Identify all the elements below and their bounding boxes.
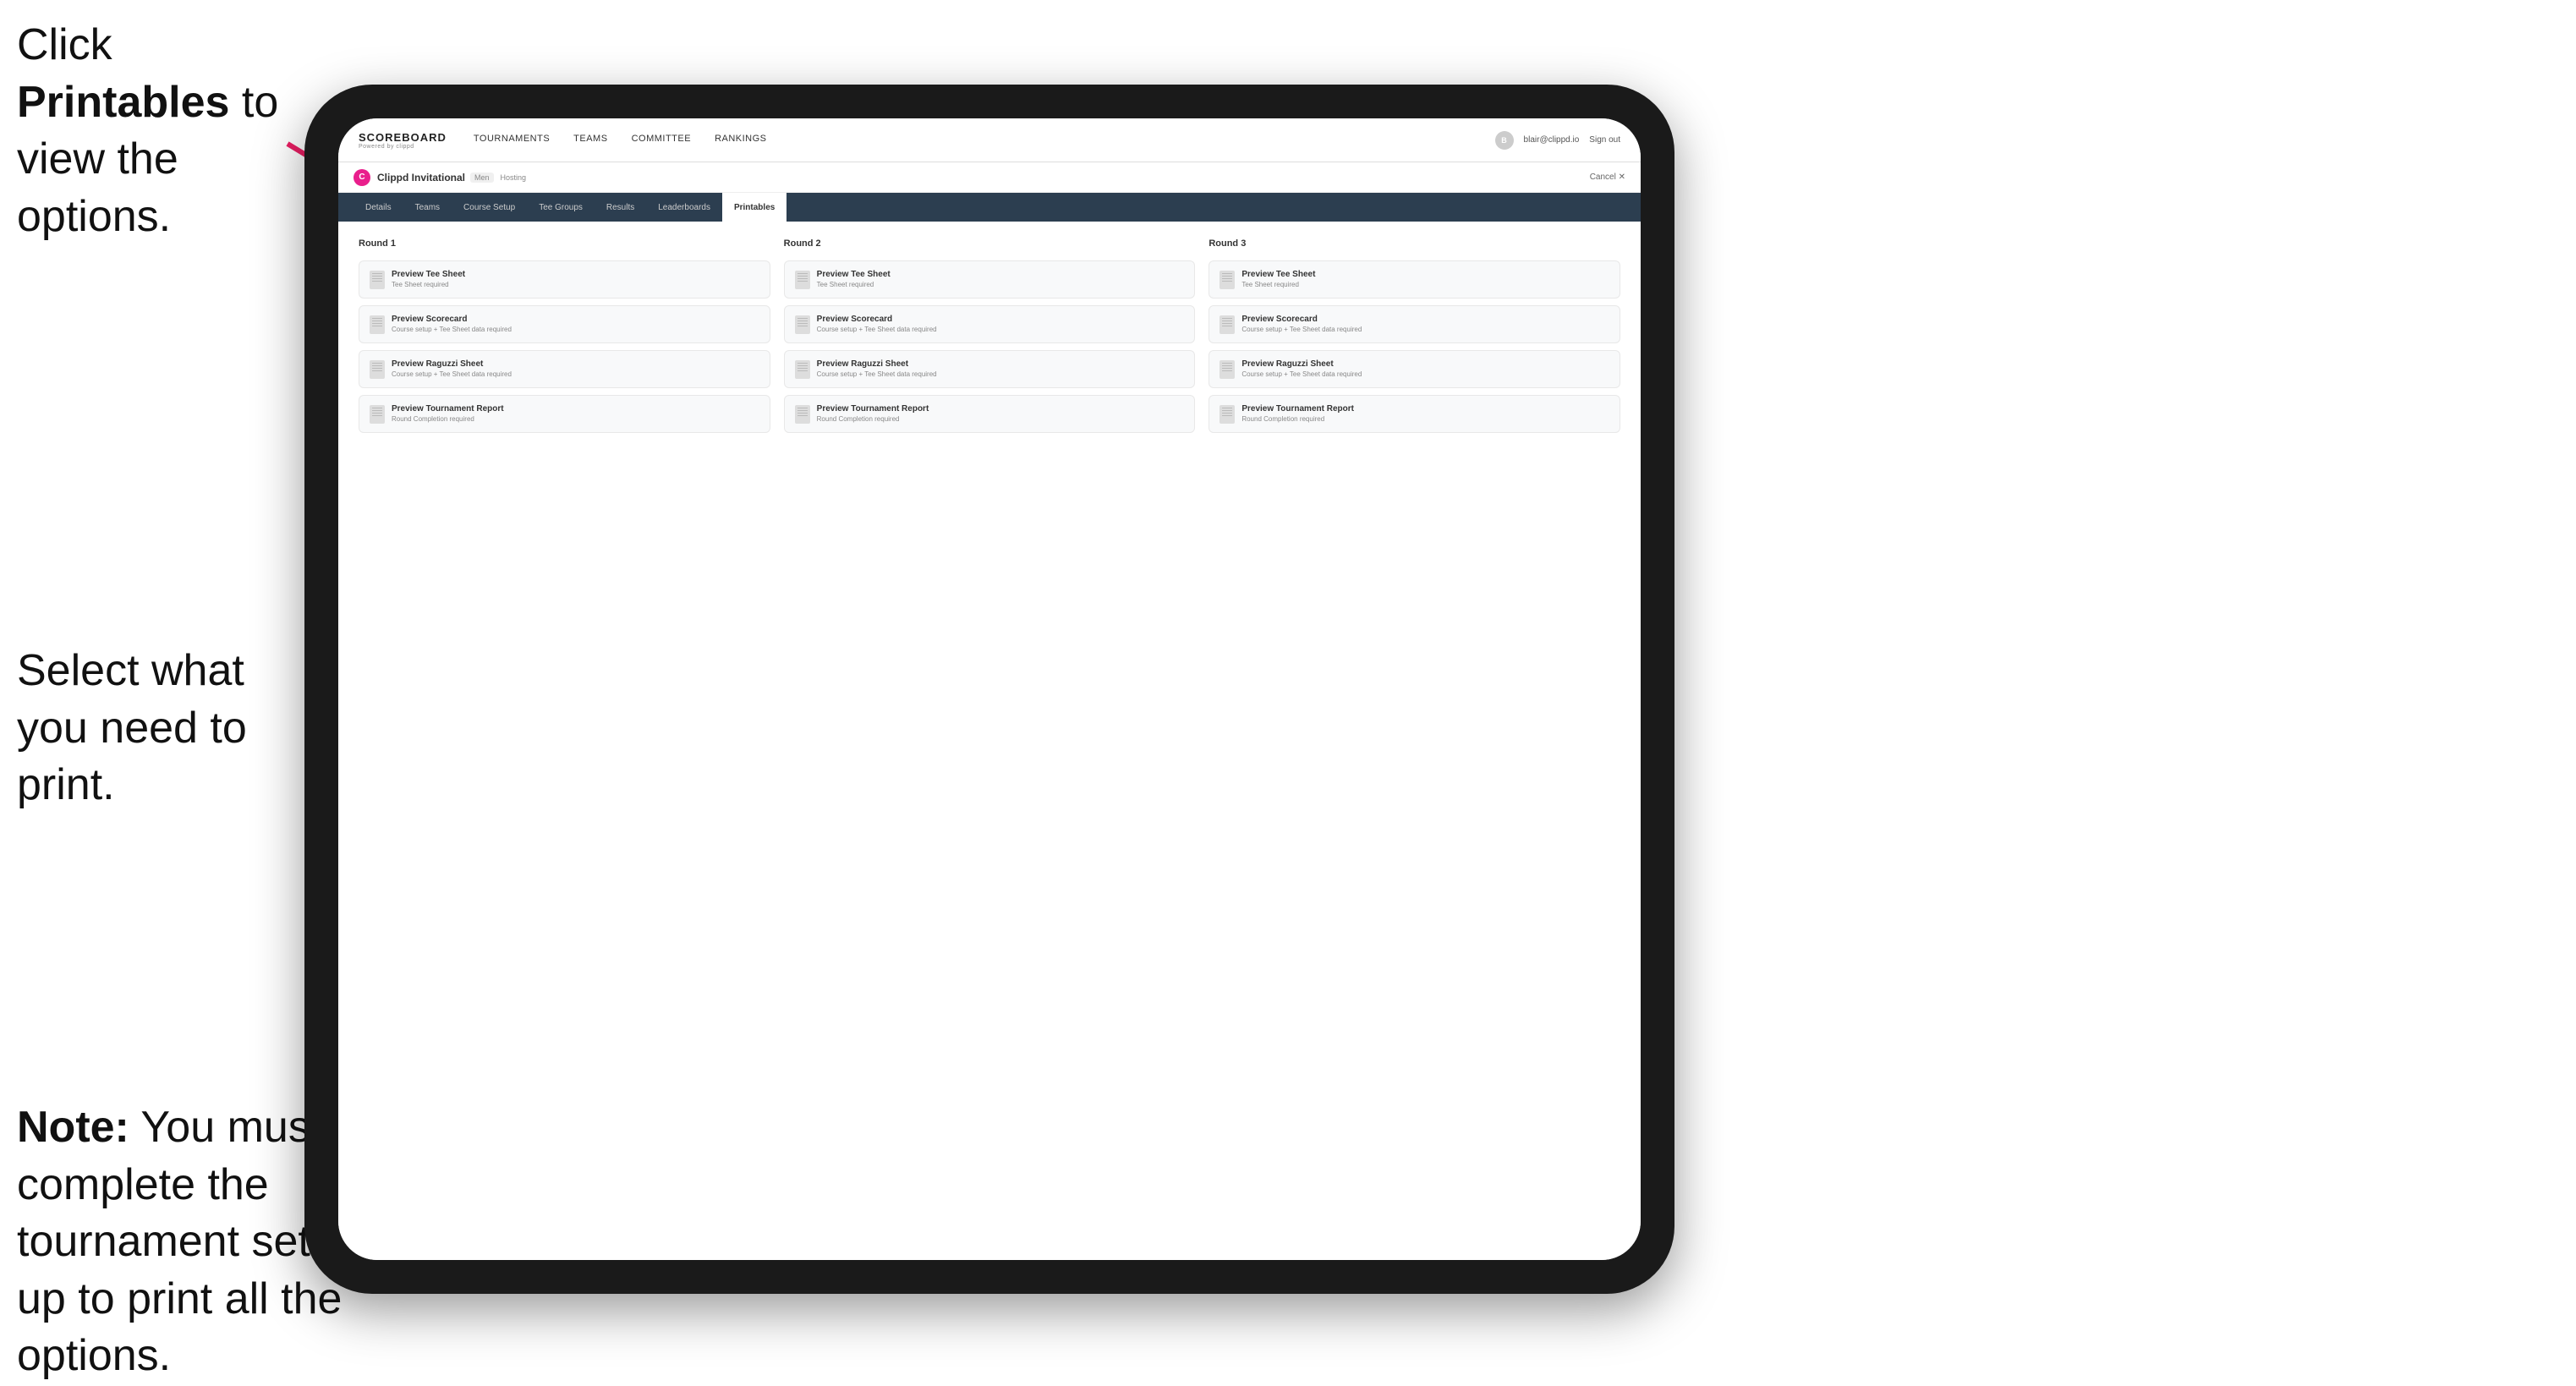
doc-icon [795,360,810,379]
card-title: Preview Tournament Report [1241,404,1609,414]
card-title: Preview Scorecard [1241,315,1609,324]
card-subtitle: Course setup + Tee Sheet data required [817,326,1185,333]
tournament-badge: Men [470,173,494,183]
tablet-screen: SCOREBOARD Powered by clippd TOURNAMENTS… [338,118,1641,1260]
nav-teams[interactable]: TEAMS [573,134,607,147]
card-subtitle: Round Completion required [1241,415,1609,423]
doc-icon [795,315,810,334]
card-subtitle: Round Completion required [392,415,759,423]
card-title: Preview Tee Sheet [817,270,1185,279]
round-2-tournament-report-card[interactable]: Preview Tournament Report Round Completi… [784,395,1196,433]
card-subtitle: Tee Sheet required [1241,281,1609,288]
top-nav-right: B blair@clippd.io Sign out [1495,131,1620,150]
round-3-tee-sheet-card[interactable]: Preview Tee Sheet Tee Sheet required [1209,260,1620,299]
round-3-title: Round 3 [1209,238,1620,249]
card-subtitle: Tee Sheet required [392,281,759,288]
tournament-bar: C Clippd Invitational Men Hosting Cancel… [338,162,1641,193]
round-1-column: Round 1 Preview Tee Sheet Tee Sheet requ… [359,238,770,433]
annotation-top: Click Printables to view the options. [17,17,304,245]
card-title: Preview Tournament Report [817,404,1185,414]
tournament-status: Hosting [501,173,527,182]
card-subtitle: Course setup + Tee Sheet data required [1241,326,1609,333]
round-1-title: Round 1 [359,238,770,249]
round-3-scorecard-card[interactable]: Preview Scorecard Course setup + Tee She… [1209,305,1620,343]
tournament-logo: C [354,169,370,186]
card-title: Preview Raguzzi Sheet [817,359,1185,369]
doc-icon [795,405,810,424]
round-2-raguzzi-card[interactable]: Preview Raguzzi Sheet Course setup + Tee… [784,350,1196,388]
cancel-button[interactable]: Cancel ✕ [1590,173,1625,182]
main-content: Round 1 Preview Tee Sheet Tee Sheet requ… [338,222,1641,1260]
sign-out-link[interactable]: Sign out [1589,135,1620,145]
logo-sub: Powered by clippd [359,144,447,150]
card-title: Preview Tournament Report [392,404,759,414]
tab-tee-groups[interactable]: Tee Groups [527,193,595,222]
round-3-column: Round 3 Preview Tee Sheet Tee Sheet requ… [1209,238,1620,433]
doc-icon [1219,360,1235,379]
card-subtitle: Round Completion required [817,415,1185,423]
doc-icon [1219,315,1235,334]
tab-printables[interactable]: Printables [722,193,787,222]
card-subtitle: Course setup + Tee Sheet data required [1241,370,1609,378]
card-subtitle: Course setup + Tee Sheet data required [817,370,1185,378]
card-title: Preview Raguzzi Sheet [1241,359,1609,369]
tab-leaderboards[interactable]: Leaderboards [646,193,722,222]
doc-icon [1219,271,1235,289]
user-email: blair@clippd.io [1524,135,1580,145]
round-3-raguzzi-card[interactable]: Preview Raguzzi Sheet Course setup + Tee… [1209,350,1620,388]
annotation-middle: Select what you need to print. [17,643,321,814]
round-2-title: Round 2 [784,238,1196,249]
top-nav: SCOREBOARD Powered by clippd TOURNAMENTS… [338,118,1641,162]
round-1-scorecard-card[interactable]: Preview Scorecard Course setup + Tee She… [359,305,770,343]
tab-details[interactable]: Details [354,193,403,222]
top-nav-links: TOURNAMENTS TEAMS COMMITTEE RANKINGS [474,134,1495,147]
card-title: Preview Tee Sheet [392,270,759,279]
round-2-column: Round 2 Preview Tee Sheet Tee Sheet requ… [784,238,1196,433]
tab-results[interactable]: Results [595,193,646,222]
round-1-tee-sheet-card[interactable]: Preview Tee Sheet Tee Sheet required [359,260,770,299]
user-avatar: B [1495,131,1514,150]
nav-tournaments[interactable]: TOURNAMENTS [474,134,550,147]
card-subtitle: Course setup + Tee Sheet data required [392,370,759,378]
doc-icon [795,271,810,289]
round-2-tee-sheet-card[interactable]: Preview Tee Sheet Tee Sheet required [784,260,1196,299]
doc-icon [370,315,385,334]
round-1-tournament-report-card[interactable]: Preview Tournament Report Round Completi… [359,395,770,433]
card-title: Preview Scorecard [392,315,759,324]
nav-committee[interactable]: COMMITTEE [632,134,692,147]
round-1-raguzzi-card[interactable]: Preview Raguzzi Sheet Course setup + Tee… [359,350,770,388]
tournament-name: Clippd Invitational [377,172,465,184]
round-2-scorecard-card[interactable]: Preview Scorecard Course setup + Tee She… [784,305,1196,343]
card-title: Preview Raguzzi Sheet [392,359,759,369]
doc-icon [370,271,385,289]
card-title: Preview Scorecard [817,315,1185,324]
rounds-grid: Round 1 Preview Tee Sheet Tee Sheet requ… [359,238,1620,433]
tab-course-setup[interactable]: Course Setup [452,193,527,222]
tab-teams[interactable]: Teams [403,193,452,222]
card-subtitle: Course setup + Tee Sheet data required [392,326,759,333]
sub-tabs: Details Teams Course Setup Tee Groups Re… [338,193,1641,222]
logo-scoreboard: SCOREBOARD [359,131,447,144]
doc-icon [370,360,385,379]
logo-area: SCOREBOARD Powered by clippd [359,131,447,150]
card-subtitle: Tee Sheet required [817,281,1185,288]
round-3-tournament-report-card[interactable]: Preview Tournament Report Round Completi… [1209,395,1620,433]
doc-icon [370,405,385,424]
tablet-frame: SCOREBOARD Powered by clippd TOURNAMENTS… [304,85,1674,1294]
nav-rankings[interactable]: RANKINGS [715,134,766,147]
doc-icon [1219,405,1235,424]
card-title: Preview Tee Sheet [1241,270,1609,279]
